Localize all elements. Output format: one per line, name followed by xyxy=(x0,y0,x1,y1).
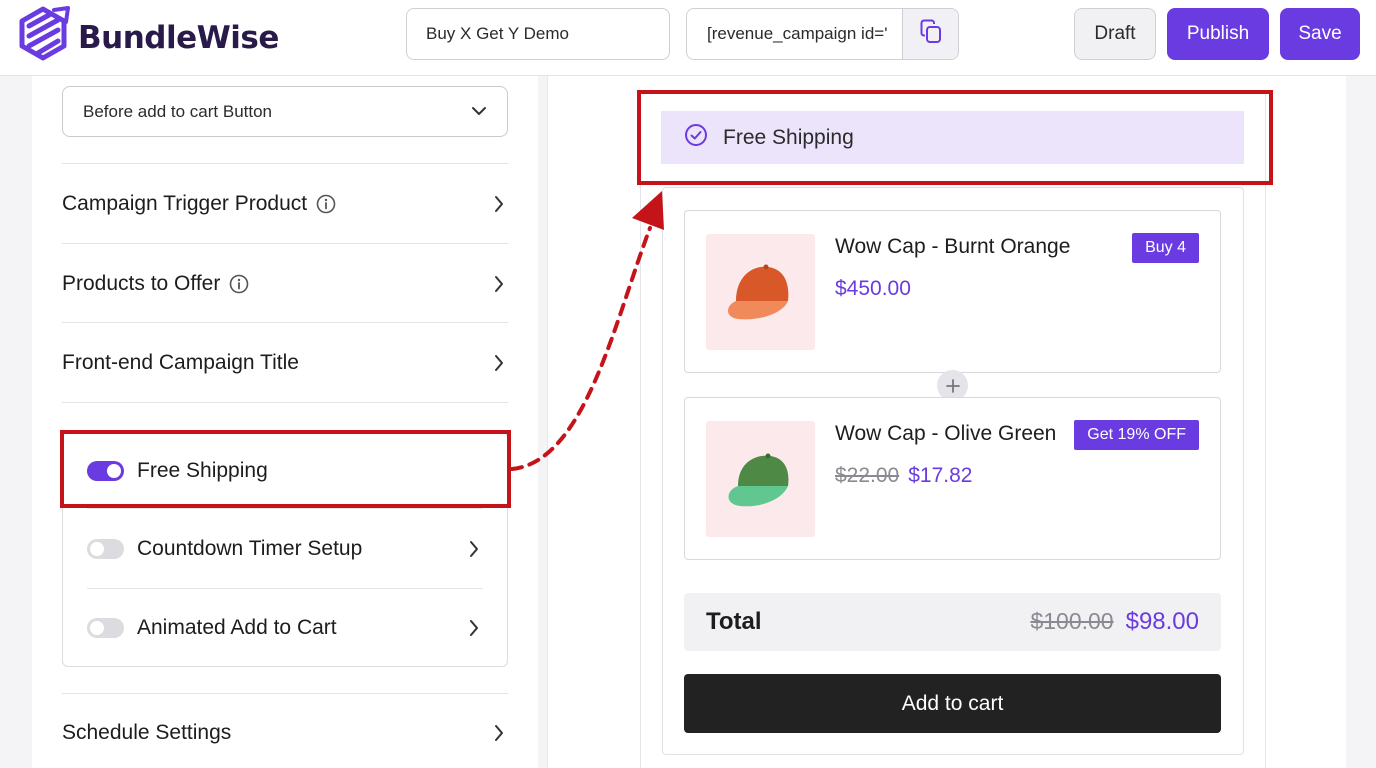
position-select-value: Before add to cart Button xyxy=(83,101,273,121)
product-old-price: $22.00 xyxy=(835,464,900,487)
save-button[interactable]: Save xyxy=(1280,8,1360,60)
product-price: $450.00 xyxy=(835,277,911,301)
free-shipping-text: Free Shipping xyxy=(723,125,854,149)
product-current-price: $450.00 xyxy=(835,277,911,300)
toggle-label: Free Shipping xyxy=(137,459,268,482)
copy-icon xyxy=(919,19,943,50)
copy-shortcode-button[interactable] xyxy=(902,9,958,59)
section-label: Products to Offer xyxy=(62,272,221,295)
toggle-row-animated-add-to-cart[interactable]: Animated Add to Cart xyxy=(87,605,483,651)
brand-name: BundleWise xyxy=(78,19,279,56)
section-label: Front-end Campaign Title xyxy=(62,351,299,374)
info-icon[interactable] xyxy=(316,194,336,214)
position-select[interactable]: Before add to cart Button xyxy=(62,86,508,137)
extras-box: Free Shipping Countdown Timer Setup Anim… xyxy=(62,432,508,667)
publish-button[interactable]: Publish xyxy=(1167,8,1269,60)
chevron-right-icon xyxy=(469,539,483,559)
product-title: Wow Cap - Burnt Orange xyxy=(835,235,1071,258)
draft-button[interactable]: Draft xyxy=(1074,8,1156,60)
product-current-price: $17.82 xyxy=(908,464,973,487)
divider xyxy=(62,243,508,244)
campaign-name-input[interactable] xyxy=(406,8,670,60)
divider xyxy=(62,402,508,403)
product-image xyxy=(706,421,815,537)
section-front-end-campaign-title[interactable]: Front-end Campaign Title xyxy=(62,338,508,388)
divider xyxy=(62,693,508,694)
section-label: Campaign Trigger Product xyxy=(62,192,308,215)
toggle-label: Animated Add to Cart xyxy=(137,616,337,639)
total-old-price: $100.00 xyxy=(1030,608,1114,634)
add-to-cart-button[interactable]: Add to cart xyxy=(684,674,1221,733)
logo-icon xyxy=(16,6,70,69)
section-schedule-settings[interactable]: Schedule Settings xyxy=(62,708,508,758)
offer-badge: Get 19% OFF xyxy=(1074,420,1199,450)
section-products-to-offer[interactable]: Products to Offer xyxy=(62,259,508,309)
cap-icon xyxy=(728,453,788,507)
shortcode-field[interactable]: [revenue_campaign id=' xyxy=(686,8,959,60)
section-label: Schedule Settings xyxy=(62,721,232,744)
total-new-price: $98.00 xyxy=(1125,608,1199,635)
total-prices: $100.00 $98.00 xyxy=(1030,608,1199,636)
product-card: Wow Cap - Burnt Orange $450.00 Buy 4 xyxy=(684,210,1221,373)
animated-add-to-cart-toggle[interactable] xyxy=(87,618,124,638)
settings-panel: Before add to cart Button Campaign Trigg… xyxy=(32,76,538,768)
chevron-right-icon xyxy=(469,618,483,638)
countdown-timer-toggle[interactable] xyxy=(87,539,124,559)
top-bar: BundleWise [revenue_campaign id=' Draft … xyxy=(0,0,1376,76)
chevron-right-icon xyxy=(494,194,508,214)
total-row: Total $100.00 $98.00 xyxy=(684,593,1221,651)
product-title: Wow Cap - Olive Green xyxy=(835,422,1057,445)
free-shipping-banner: Free Shipping xyxy=(661,111,1244,164)
check-circle-icon xyxy=(684,123,708,152)
divider xyxy=(87,508,483,509)
divider xyxy=(62,163,508,164)
chevron-down-icon xyxy=(471,103,487,121)
info-icon[interactable] xyxy=(229,274,249,294)
toggle-row-free-shipping[interactable]: Free Shipping xyxy=(87,448,483,494)
brand-logo[interactable]: BundleWise xyxy=(16,6,279,69)
divider xyxy=(62,322,508,323)
divider xyxy=(87,588,483,589)
toggle-label: Countdown Timer Setup xyxy=(137,537,363,560)
free-shipping-toggle[interactable] xyxy=(87,461,124,481)
cap-icon xyxy=(727,264,788,320)
product-image xyxy=(706,234,815,350)
shortcode-text[interactable]: [revenue_campaign id=' xyxy=(687,9,902,59)
section-campaign-trigger-product[interactable]: Campaign Trigger Product xyxy=(62,179,508,229)
offer-badge: Buy 4 xyxy=(1132,233,1199,263)
chevron-right-icon xyxy=(494,274,508,294)
total-label: Total xyxy=(706,608,762,635)
chevron-right-icon xyxy=(494,353,508,373)
product-price: $22.00 $17.82 xyxy=(835,464,972,488)
product-card: Wow Cap - Olive Green $22.00 $17.82 Get 1… xyxy=(684,397,1221,560)
toggle-row-countdown-timer[interactable]: Countdown Timer Setup xyxy=(87,526,483,572)
chevron-right-icon xyxy=(494,723,508,743)
